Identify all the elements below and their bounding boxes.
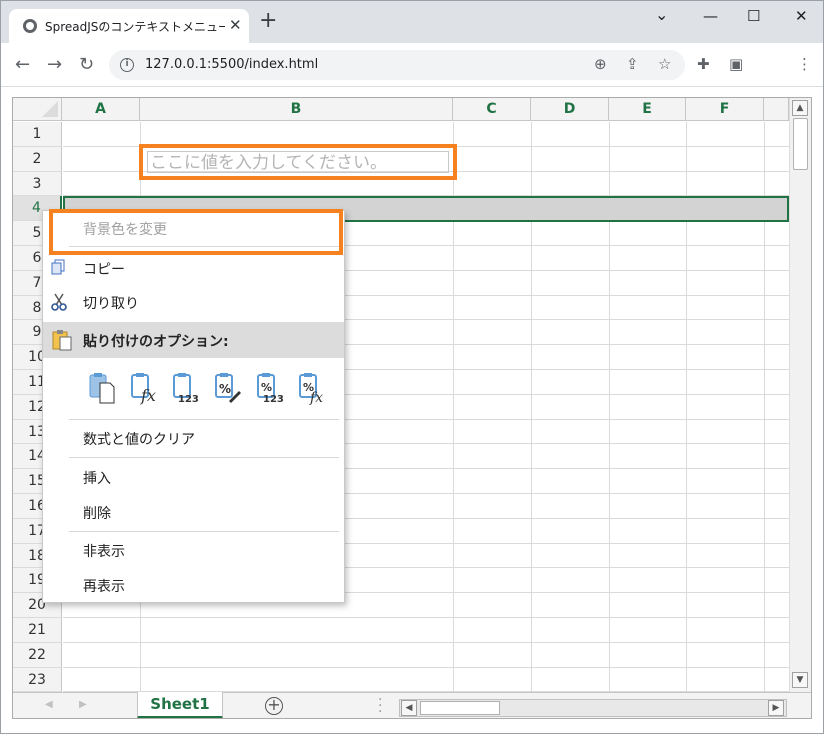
svg-text:%: %	[261, 381, 272, 394]
maximize-button[interactable]: ☐	[747, 7, 760, 25]
scroll-down-icon[interactable]: ▼	[792, 672, 808, 688]
column-header-a[interactable]: A	[62, 98, 140, 121]
menu-separator	[69, 531, 339, 532]
scroll-up-icon[interactable]: ▲	[792, 100, 808, 116]
tab-nav-prev-icon[interactable]: ◀	[45, 699, 53, 710]
menu-item-hide[interactable]: 非表示	[43, 535, 344, 565]
menu-item-copy[interactable]: コピー	[43, 253, 344, 283]
minimize-button[interactable]: —	[703, 7, 718, 25]
row-header[interactable]: 2	[13, 146, 62, 172]
grid-line	[63, 666, 789, 668]
scroll-left-icon[interactable]: ◀	[401, 700, 417, 716]
new-tab-button[interactable]: +	[259, 10, 277, 32]
vertical-scrollbar[interactable]: ▲ ▼	[789, 98, 811, 692]
svg-text:123: 123	[263, 394, 284, 405]
zoom-icon[interactable]: ⊕	[594, 55, 607, 73]
row-header[interactable]: 3	[13, 171, 62, 197]
address-bar[interactable]: i 127.0.0.1:5500/index.html ⊕ ⇪ ☆	[109, 50, 685, 80]
menu-separator	[69, 246, 339, 247]
paste-values-icon[interactable]: 123	[171, 371, 201, 405]
menu-item-change-background[interactable]: 背景色を変更	[43, 213, 344, 243]
tab-nav-next-icon[interactable]: ▶	[79, 699, 87, 710]
add-sheet-icon[interactable]: +	[265, 697, 283, 715]
column-header-e[interactable]: E	[609, 98, 686, 121]
svg-text:fx: fx	[309, 390, 323, 405]
column-header-g[interactable]	[764, 98, 789, 121]
scroll-right-icon[interactable]: ▶	[768, 700, 784, 716]
menu-separator	[69, 419, 339, 420]
browser-tab[interactable]: SpreadJSのコンテキストメニューのカスタ ✕	[9, 9, 249, 43]
menu-item-unhide[interactable]: 再表示	[43, 570, 344, 600]
tab-strip: SpreadJSのコンテキストメニューのカスタ ✕ + ⌄ — ☐ ✕	[1, 1, 823, 43]
select-all-corner[interactable]	[13, 98, 62, 121]
close-window-button[interactable]: ✕	[795, 7, 808, 25]
context-menu: 背景色を変更 コピー 切り取り 貼り付けのオプション: fx 123 % % 1…	[42, 210, 345, 603]
sheet-tab[interactable]: Sheet1	[137, 692, 223, 718]
svg-text:123: 123	[178, 394, 199, 405]
side-panel-icon[interactable]: ▣	[729, 55, 743, 73]
forward-icon[interactable]: →	[47, 54, 62, 75]
paste-formatting-icon[interactable]: %	[213, 371, 243, 405]
browser-window: SpreadJSのコンテキストメニューのカスタ ✕ + ⌄ — ☐ ✕ ← → …	[0, 0, 824, 734]
menu-item-delete[interactable]: 削除	[43, 497, 344, 527]
splitter-dots-icon[interactable]: · · ·	[378, 693, 382, 718]
paste-options-row: fx 123 % % 123 % fx	[87, 371, 337, 407]
grid-line	[63, 617, 789, 618]
tab-title: SpreadJSのコンテキストメニューのカスタ	[45, 20, 225, 34]
vertical-scroll-thumb[interactable]	[793, 118, 808, 170]
column-header-d[interactable]: D	[531, 98, 609, 121]
menu-kebab-icon[interactable]: ⋮	[797, 55, 812, 73]
reload-icon[interactable]: ↻	[79, 54, 94, 75]
row-header[interactable]: 21	[13, 618, 62, 643]
scissors-icon	[51, 293, 67, 315]
clipboard-icon	[51, 329, 73, 355]
bookmark-star-icon[interactable]: ☆	[658, 55, 671, 73]
copy-icon	[51, 259, 67, 279]
globe-icon	[23, 19, 37, 33]
tab-close-icon[interactable]: ✕	[229, 16, 242, 34]
menu-item-insert[interactable]: 挿入	[43, 462, 344, 492]
share-icon[interactable]: ⇪	[626, 55, 639, 73]
back-icon[interactable]: ←	[15, 54, 30, 75]
column-header-b[interactable]: B	[140, 98, 453, 121]
menu-item-cut[interactable]: 切り取り	[43, 287, 344, 317]
horizontal-scrollbar[interactable]: ◀ ▶	[399, 699, 787, 717]
grid-line	[63, 641, 789, 643]
svg-text:%: %	[219, 382, 231, 396]
menu-item-paste-options: 貼り付けのオプション:	[43, 322, 344, 358]
watermark-highlight: ここに値を入力してください。	[139, 144, 457, 180]
paste-formulas-formatting-icon[interactable]: % fx	[297, 371, 327, 406]
row-header[interactable]: 1	[13, 122, 62, 147]
paste-values-formatting-icon[interactable]: % 123	[255, 371, 285, 405]
watermark-text: ここに値を入力してください。	[147, 151, 449, 173]
row-header[interactable]: 23	[13, 667, 62, 693]
url-text: 127.0.0.1:5500/index.html	[145, 57, 319, 72]
menu-item-clear-contents[interactable]: 数式と値のクリア	[43, 423, 344, 453]
column-header-c[interactable]: C	[453, 98, 531, 121]
extensions-icon[interactable]: ✚	[697, 55, 710, 73]
horizontal-scroll-thumb[interactable]	[420, 701, 500, 715]
svg-text:fx: fx	[140, 386, 156, 405]
menu-separator	[69, 457, 339, 458]
column-header-f[interactable]: F	[686, 98, 764, 121]
paste-formulas-icon[interactable]: fx	[129, 371, 159, 405]
paste-all-icon[interactable]	[87, 371, 117, 405]
browser-toolbar: ← → ↻ i 127.0.0.1:5500/index.html ⊕ ⇪ ☆ …	[1, 43, 823, 87]
chevron-down-icon[interactable]: ⌄	[655, 5, 668, 24]
sheet-tab-bar: ◀ ▶ Sheet1 + · · · ◀ ▶	[13, 692, 811, 718]
site-info-icon[interactable]: i	[120, 58, 134, 72]
row-header[interactable]: 22	[13, 642, 62, 668]
